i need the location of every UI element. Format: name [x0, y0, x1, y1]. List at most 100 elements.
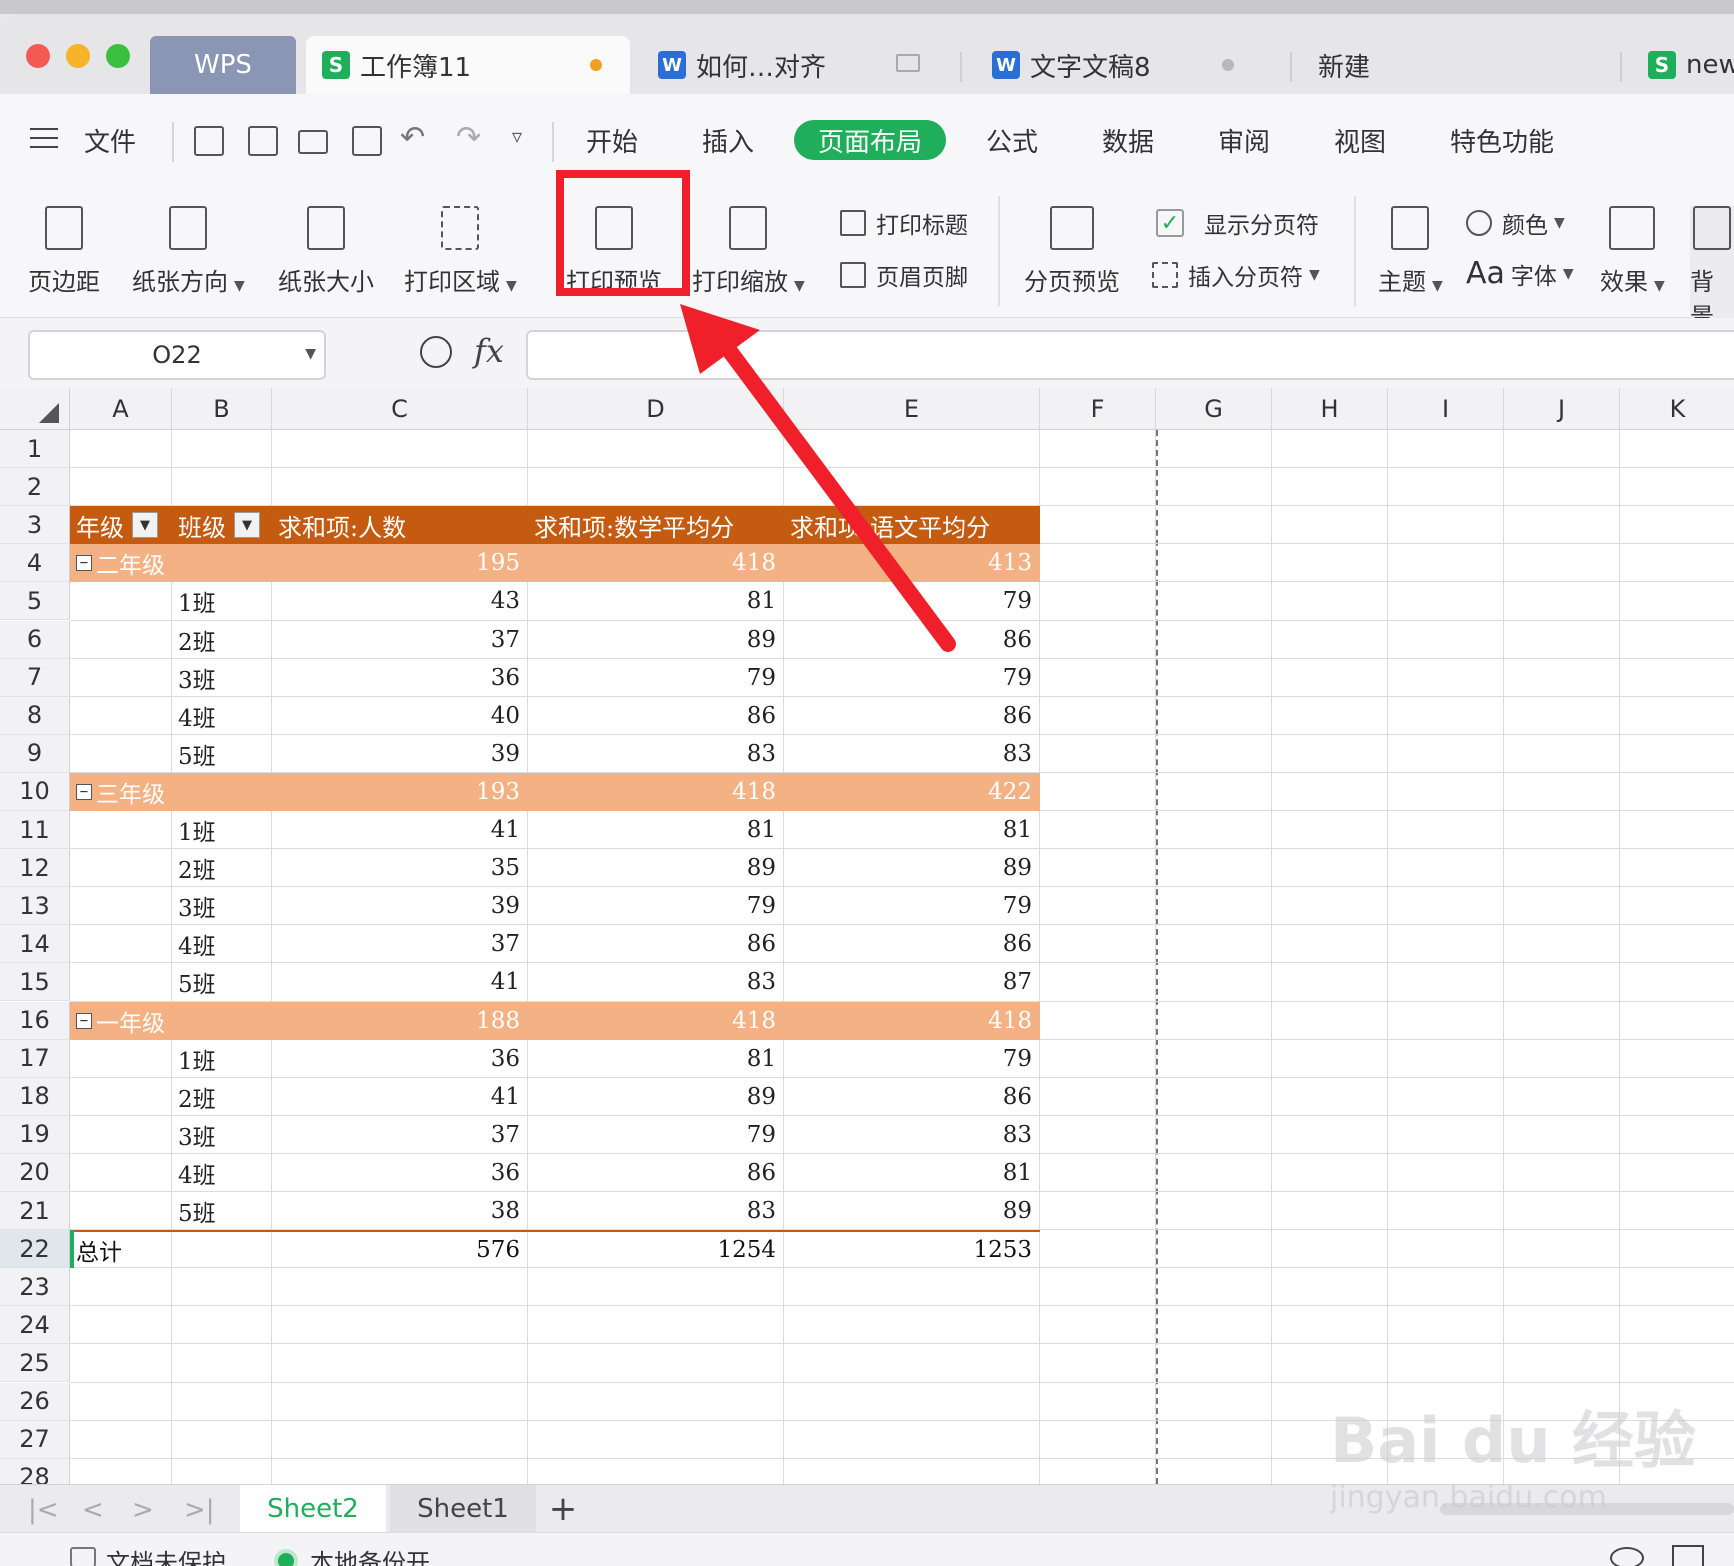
pivot-count-cell[interactable]: 35 — [278, 849, 526, 887]
filter-dropdown-icon[interactable]: ▼ — [132, 512, 158, 539]
pivot-class-cell[interactable]: 4班 — [178, 1154, 270, 1192]
prev-sheet-icon[interactable]: < — [82, 1495, 104, 1525]
row-header-14[interactable]: 14 — [0, 925, 70, 964]
tab-new-spreadsheet[interactable]: S new — [1640, 36, 1734, 94]
column-header-h[interactable]: H — [1272, 388, 1388, 430]
pivot-header-math[interactable]: 求和项:数学平均分 — [534, 506, 782, 544]
pivot-group-name[interactable]: − 三年级 — [70, 773, 264, 811]
next-sheet-icon[interactable]: > — [132, 1495, 154, 1525]
pivot-group-math[interactable]: 418 — [534, 773, 782, 811]
row-header-9[interactable]: 9 — [0, 734, 70, 773]
first-sheet-icon[interactable]: |< — [28, 1495, 59, 1525]
name-box[interactable]: O22 ▼ — [28, 330, 326, 380]
pivot-header-class[interactable]: 班级 ▼ — [178, 506, 270, 544]
row-header-12[interactable]: 12 — [0, 849, 70, 888]
filter-dropdown-icon[interactable]: ▼ — [234, 512, 260, 539]
sheet-tab-sheet2[interactable]: Sheet2 — [240, 1485, 386, 1533]
pivot-class-cell[interactable]: 5班 — [178, 735, 270, 773]
pivot-chinese-cell[interactable]: 86 — [790, 621, 1038, 659]
pivot-math-cell[interactable]: 86 — [534, 697, 782, 735]
pivot-group-name[interactable]: − 一年级 — [70, 1002, 264, 1040]
row-header-13[interactable]: 13 — [0, 887, 70, 926]
menu-page-layout[interactable]: 页面布局 — [794, 120, 946, 160]
pivot-class-cell[interactable]: 1班 — [178, 811, 270, 849]
pivot-count-cell[interactable]: 37 — [278, 925, 526, 963]
menu-special-features[interactable]: 特色功能 — [1450, 122, 1554, 159]
pivot-group-math[interactable]: 418 — [534, 1002, 782, 1040]
save-icon[interactable] — [194, 126, 224, 156]
tab-doc8[interactable]: W 文字文稿8 — [984, 36, 1274, 94]
pivot-total-label[interactable]: 总计 — [76, 1232, 170, 1268]
row-header-24[interactable]: 24 — [0, 1306, 70, 1345]
pivot-count-cell[interactable]: 37 — [278, 621, 526, 659]
eye-protection-icon[interactable] — [1610, 1547, 1644, 1566]
row-header-2[interactable]: 2 — [0, 468, 70, 507]
menu-review[interactable]: 审阅 — [1218, 122, 1270, 159]
pivot-chinese-cell[interactable]: 89 — [790, 1192, 1038, 1230]
pivot-count-cell[interactable]: 36 — [278, 659, 526, 697]
row-header-28[interactable]: 28 — [0, 1458, 70, 1484]
pivot-count-cell[interactable]: 36 — [278, 1154, 526, 1192]
theme-button[interactable]: 主题 ▼ — [1378, 206, 1443, 297]
row-header-23[interactable]: 23 — [0, 1268, 70, 1307]
pivot-header-count[interactable]: 求和项:人数 — [278, 506, 526, 544]
pivot-count-cell[interactable]: 36 — [278, 1040, 526, 1078]
collapse-minus-icon[interactable]: − — [76, 783, 92, 800]
column-header-k[interactable]: K — [1620, 388, 1734, 430]
pivot-math-cell[interactable]: 83 — [534, 1192, 782, 1230]
pivot-math-cell[interactable]: 79 — [534, 659, 782, 697]
pivot-math-cell[interactable]: 89 — [534, 1078, 782, 1116]
pivot-total-math[interactable]: 1254 — [534, 1232, 782, 1268]
menu-file[interactable]: 文件 — [84, 122, 136, 159]
row-header-19[interactable]: 19 — [0, 1115, 70, 1154]
pivot-group-chinese[interactable]: 422 — [790, 773, 1038, 811]
paper-size-button[interactable]: 纸张大小 — [278, 206, 374, 297]
pivot-class-cell[interactable]: 3班 — [178, 659, 270, 697]
column-header-e[interactable]: E — [784, 388, 1040, 430]
row-header-21[interactable]: 21 — [0, 1192, 70, 1231]
pivot-math-cell[interactable]: 83 — [534, 963, 782, 1001]
pivot-count-cell[interactable]: 38 — [278, 1192, 526, 1230]
row-header-4[interactable]: 4 — [0, 544, 70, 583]
pivot-group-math[interactable]: 418 — [534, 544, 782, 582]
collapse-minus-icon[interactable]: − — [76, 555, 92, 572]
pivot-class-cell[interactable]: 2班 — [178, 849, 270, 887]
pivot-chinese-cell[interactable]: 79 — [790, 659, 1038, 697]
pivot-math-cell[interactable]: 81 — [534, 582, 782, 620]
tab-new[interactable]: 新建 — [1300, 36, 1600, 94]
pivot-group-chinese[interactable]: 418 — [790, 1002, 1038, 1040]
pivot-chinese-cell[interactable]: 86 — [790, 1078, 1038, 1116]
pivot-class-cell[interactable]: 4班 — [178, 925, 270, 963]
pivot-count-cell[interactable]: 40 — [278, 697, 526, 735]
effects-button[interactable]: 效果 ▼ — [1600, 206, 1665, 297]
tab-doc-align[interactable]: W 如何…对齐 — [650, 36, 950, 94]
orientation-button[interactable]: 纸张方向 ▼ — [132, 206, 245, 297]
pivot-count-cell[interactable]: 37 — [278, 1116, 526, 1154]
pivot-class-cell[interactable]: 3班 — [178, 1116, 270, 1154]
row-header-11[interactable]: 11 — [0, 811, 70, 850]
pivot-chinese-cell[interactable]: 87 — [790, 963, 1038, 1001]
pivot-class-cell[interactable]: 4班 — [178, 697, 270, 735]
redo-icon[interactable]: ↷ — [456, 120, 481, 155]
colors-button[interactable]: 颜色 ▼ — [1466, 206, 1565, 240]
view-mode-icon[interactable] — [1672, 1545, 1704, 1566]
margins-button[interactable]: 页边距 — [28, 206, 100, 297]
pivot-group-chinese[interactable]: 413 — [790, 544, 1038, 582]
menu-view[interactable]: 视图 — [1334, 122, 1386, 159]
close-window-button[interactable] — [26, 44, 50, 68]
spreadsheet-grid[interactable]: A B C D E F G H I J K 1 2 3 4 5 6 7 8 9 10 11 12 13 14 15 16 17 18 19… — [0, 388, 1734, 1484]
pivot-group-count[interactable]: 193 — [278, 773, 526, 811]
pivot-chinese-cell[interactable]: 86 — [790, 697, 1038, 735]
menu-home[interactable]: 开始 — [586, 122, 638, 159]
column-header-j[interactable]: J — [1504, 388, 1620, 430]
row-header-5[interactable]: 5 — [0, 582, 70, 621]
pivot-group-count[interactable]: 195 — [278, 544, 526, 582]
print-icon[interactable] — [298, 130, 328, 154]
page-break-preview-button[interactable]: 分页预览 — [1024, 206, 1120, 297]
pivot-count-cell[interactable]: 39 — [278, 735, 526, 773]
print-area-button[interactable]: 打印区域 ▼ — [404, 206, 517, 297]
undo-icon[interactable]: ↶ — [400, 120, 425, 155]
row-header-27[interactable]: 27 — [0, 1420, 70, 1459]
print-titles-button[interactable]: 打印标题 — [840, 206, 968, 240]
pivot-chinese-cell[interactable]: 83 — [790, 735, 1038, 773]
